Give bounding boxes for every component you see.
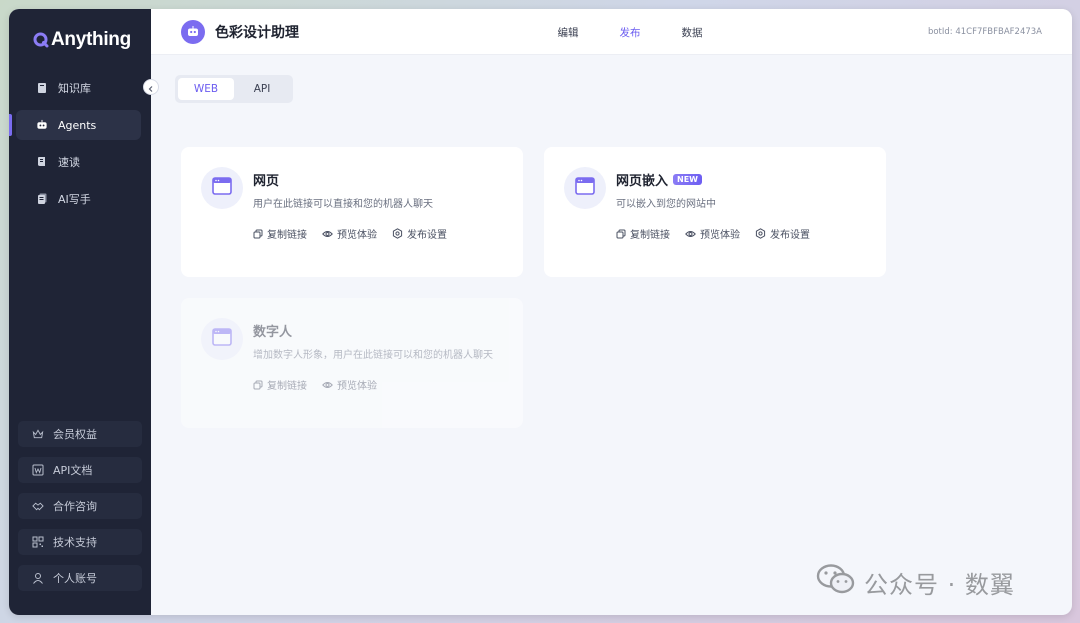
preview-label: 预览体验 — [337, 230, 377, 241]
preview-label: 预览体验 — [337, 381, 377, 392]
sidebar-item-speedread[interactable]: 速读 — [16, 147, 141, 177]
card-title-wrap: 网页 — [253, 170, 279, 189]
sidebar-item-account[interactable]: 个人账号 — [18, 565, 142, 591]
sidebar: Anything 知识库 Agents 速读 AI写手 会员权益 API文档 合… — [9, 9, 151, 615]
scroll-icon — [36, 156, 48, 168]
word-doc-icon — [32, 464, 44, 476]
copy-link-label: 复制链接 — [630, 230, 670, 241]
bot-avatar — [181, 20, 205, 44]
gear-icon — [392, 228, 403, 239]
copy-link-button[interactable]: 复制链接 — [616, 226, 670, 241]
card-title-wrap: 网页嵌入 NEW — [616, 170, 702, 189]
card-actions: 复制链接 预览体验 发布设置 — [616, 226, 810, 241]
sidebar-item-agents[interactable]: Agents — [9, 110, 141, 140]
publish-card-digital-human: 数字人 增加数字人形象，用户在此链接可以和您的机器人聊天 复制链接 预览体验 — [181, 298, 523, 428]
card-description: 增加数字人形象，用户在此链接可以和您的机器人聊天 — [253, 350, 493, 361]
sidebar-nav: 知识库 Agents 速读 AI写手 — [9, 73, 151, 221]
publish-card-embed: 网页嵌入 NEW 可以嵌入到您的网站中 复制链接 预览体验 发布设置 — [544, 147, 886, 277]
copy-link-button[interactable]: 复制链接 — [253, 226, 307, 241]
card-title: 网页嵌入 — [616, 174, 669, 189]
crown-icon — [32, 428, 44, 440]
book-icon — [36, 82, 48, 94]
sidebar-item-api-docs[interactable]: API文档 — [18, 457, 142, 483]
publish-settings-label: 发布设置 — [407, 230, 447, 241]
copy-icon — [616, 229, 626, 239]
preview-label: 预览体验 — [700, 230, 740, 241]
sidebar-item-ai-writer[interactable]: AI写手 — [16, 184, 141, 214]
eye-icon — [322, 380, 333, 390]
sidebar-item-label: 速读 — [58, 156, 80, 169]
document-icon — [36, 193, 48, 205]
copy-link-label: 复制链接 — [267, 230, 307, 241]
sidebar-item-membership[interactable]: 会员权益 — [18, 421, 142, 447]
copy-icon — [253, 229, 263, 239]
top-tabs: 编辑 发布 数据 — [537, 25, 723, 40]
robot-icon — [186, 23, 200, 42]
sidebar-collapse-button[interactable] — [143, 79, 159, 95]
card-title-wrap: 数字人 — [253, 321, 292, 340]
eye-icon — [322, 229, 333, 239]
browser-window-icon — [212, 177, 232, 199]
publish-settings-button[interactable]: 发布设置 — [392, 226, 447, 241]
bottom-item-label: API文档 — [53, 464, 93, 477]
sidebar-item-tech-support[interactable]: 技术支持 — [18, 529, 142, 555]
app-title: 色彩设计助理 — [215, 25, 299, 41]
wechat-icon — [816, 563, 856, 601]
publish-type-switch: WEB API — [175, 75, 293, 103]
top-header: 色彩设计助理 编辑 发布 数据 botId: 41CF7FBFBAF2473A — [151, 9, 1072, 55]
sidebar-bottom-nav: 会员权益 API文档 合作咨询 技术支持 个人账号 — [18, 421, 142, 601]
bot-id: botId: 41CF7FBFBAF2473A — [927, 27, 1042, 37]
card-actions: 复制链接 预览体验 — [253, 377, 377, 392]
app-window: Anything 知识库 Agents 速读 AI写手 会员权益 API文档 合… — [9, 9, 1072, 615]
sidebar-item-cooperation[interactable]: 合作咨询 — [18, 493, 142, 519]
card-icon-bg — [564, 167, 606, 209]
publish-settings-button[interactable]: 发布设置 — [755, 226, 810, 241]
qr-code-icon — [32, 536, 44, 548]
sidebar-item-knowledge[interactable]: 知识库 — [16, 73, 141, 103]
watermark-text: 公众号 · 数翼 — [864, 570, 1015, 599]
user-icon — [32, 572, 44, 584]
preview-button[interactable]: 预览体验 — [322, 226, 377, 241]
robot-icon — [36, 119, 48, 131]
card-icon-bg — [201, 318, 243, 360]
eye-icon — [685, 229, 696, 239]
browser-window-icon — [212, 328, 232, 350]
copy-link-button: 复制链接 — [253, 377, 307, 392]
publish-settings-label: 发布设置 — [770, 230, 810, 241]
chevron-left-icon — [147, 78, 155, 97]
bottom-item-label: 会员权益 — [53, 428, 97, 441]
handshake-icon — [32, 500, 44, 512]
sidebar-item-label: Agents — [58, 118, 97, 132]
bottom-item-label: 技术支持 — [53, 536, 97, 549]
preview-button: 预览体验 — [322, 377, 377, 392]
copy-link-label: 复制链接 — [267, 381, 307, 392]
bottom-item-label: 个人账号 — [53, 572, 97, 585]
tab-publish[interactable]: 发布 — [599, 25, 661, 40]
bottom-item-label: 合作咨询 — [53, 500, 97, 513]
logo[interactable]: Anything — [33, 29, 131, 51]
card-title: 数字人 — [253, 325, 293, 340]
sidebar-item-label: 知识库 — [58, 82, 91, 95]
new-badge: NEW — [673, 174, 702, 185]
copy-icon — [253, 380, 263, 390]
watermark: 公众号 · 数翼 — [816, 563, 1015, 601]
card-actions: 复制链接 预览体验 发布设置 — [253, 226, 447, 241]
card-description: 用户在此链接可以直接和您的机器人聊天 — [253, 199, 433, 210]
sidebar-item-label: AI写手 — [58, 193, 91, 206]
card-title: 网页 — [253, 174, 280, 189]
segment-api[interactable]: API — [234, 78, 290, 100]
card-icon-bg — [201, 167, 243, 209]
tab-data[interactable]: 数据 — [661, 25, 723, 40]
logo-icon — [33, 32, 49, 48]
tab-edit[interactable]: 编辑 — [537, 25, 599, 40]
browser-window-icon — [575, 177, 595, 199]
preview-button[interactable]: 预览体验 — [685, 226, 740, 241]
app-title-area: 色彩设计助理 — [181, 20, 299, 44]
publish-card-webpage: 网页 用户在此链接可以直接和您的机器人聊天 复制链接 预览体验 发布设置 — [181, 147, 523, 277]
card-description: 可以嵌入到您的网站中 — [616, 199, 716, 210]
logo-text: Anything — [51, 29, 131, 50]
segment-web[interactable]: WEB — [178, 78, 234, 100]
gear-icon — [755, 228, 766, 239]
